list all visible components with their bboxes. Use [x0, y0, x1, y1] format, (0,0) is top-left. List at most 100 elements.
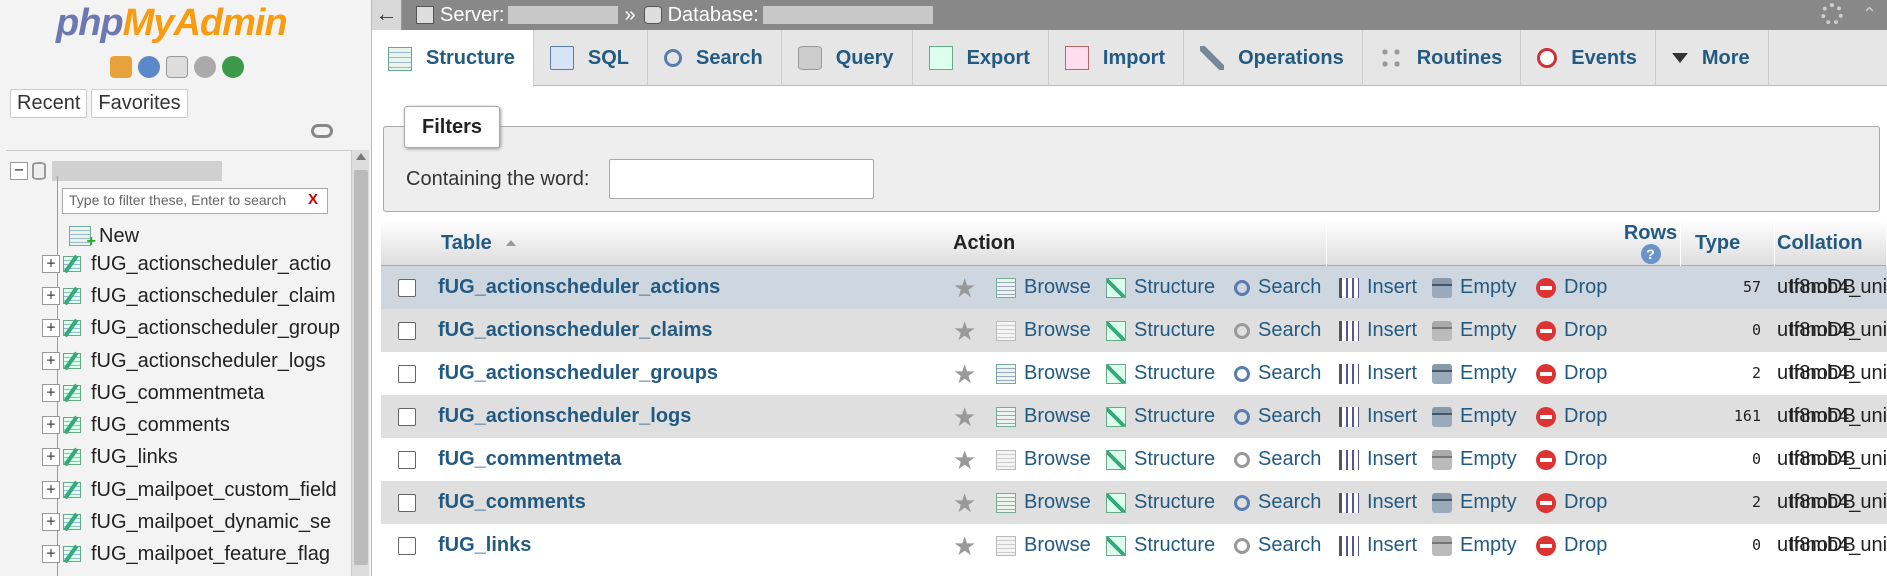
- browse-action[interactable]: Browse: [996, 438, 1091, 481]
- structure-action[interactable]: Structure: [1106, 438, 1215, 481]
- tab-structure[interactable]: Structure: [372, 30, 534, 87]
- column-header-type[interactable]: Type: [1695, 220, 1775, 266]
- table-name-link[interactable]: fUG_actionscheduler_logs: [438, 395, 691, 438]
- tab-operations[interactable]: Operations: [1184, 30, 1363, 86]
- home-icon[interactable]: [110, 56, 132, 78]
- tab-sql[interactable]: SQL: [534, 30, 649, 86]
- search-action[interactable]: Search: [1234, 352, 1321, 395]
- tree-table-item[interactable]: + fUG_links: [42, 442, 178, 472]
- collapse-icon[interactable]: −: [10, 162, 28, 180]
- expand-icon[interactable]: +: [42, 352, 60, 370]
- breadcrumb-database[interactable]: Database:: [643, 4, 933, 27]
- row-checkbox[interactable]: [398, 451, 416, 469]
- clear-filter-button[interactable]: X: [308, 191, 318, 208]
- insert-action[interactable]: Insert: [1339, 309, 1417, 352]
- insert-action[interactable]: Insert: [1339, 481, 1417, 524]
- tab-search[interactable]: Search: [648, 30, 782, 86]
- tab-events[interactable]: Events: [1521, 30, 1656, 86]
- table-row[interactable]: fUG_actionscheduler_claims ★ Browse Structu…: [381, 309, 1887, 352]
- table-name-link[interactable]: fUG_actionscheduler_actions: [438, 266, 720, 309]
- browse-action[interactable]: Browse: [996, 481, 1091, 524]
- drop-action[interactable]: Drop: [1536, 481, 1607, 524]
- docs-icon[interactable]: [166, 56, 188, 78]
- table-name-link[interactable]: fUG_commentmeta: [438, 438, 621, 481]
- table-row[interactable]: fUG_actionscheduler_actions ★ Browse Struct…: [381, 266, 1887, 309]
- empty-action[interactable]: Empty: [1432, 266, 1517, 309]
- table-name-link[interactable]: fUG_links: [438, 524, 531, 567]
- row-checkbox[interactable]: [398, 408, 416, 426]
- table-row[interactable]: fUG_actionscheduler_logs ★ Browse Structure…: [381, 395, 1887, 438]
- drop-action[interactable]: Drop: [1536, 395, 1607, 438]
- table-name-link[interactable]: fUG_comments: [438, 481, 586, 524]
- empty-action[interactable]: Empty: [1432, 438, 1517, 481]
- empty-action[interactable]: Empty: [1432, 309, 1517, 352]
- table-row[interactable]: fUG_actionscheduler_groups ★ Browse Structu…: [381, 352, 1887, 395]
- tree-table-item[interactable]: + fUG_mailpoet_dynamic_se: [42, 507, 331, 537]
- help-icon[interactable]: ?: [1640, 244, 1661, 264]
- tree-table-item[interactable]: + fUG_comments: [42, 410, 230, 440]
- database-node[interactable]: −: [10, 159, 222, 183]
- search-action[interactable]: Search: [1234, 524, 1321, 567]
- table-name-link[interactable]: fUG_actionscheduler_claims: [438, 309, 713, 352]
- drop-action[interactable]: Drop: [1536, 524, 1607, 567]
- insert-action[interactable]: Insert: [1339, 395, 1417, 438]
- breadcrumb-server[interactable]: Server:: [416, 4, 619, 27]
- tab-import[interactable]: Import: [1049, 30, 1185, 86]
- tree-new-table[interactable]: New: [69, 222, 139, 251]
- browse-action[interactable]: Browse: [996, 309, 1091, 352]
- table-row[interactable]: fUG_links ★ Browse Structure Search Insert Emp…: [381, 524, 1887, 567]
- tree-table-item[interactable]: + fUG_commentmeta: [42, 378, 264, 408]
- favorite-star-icon[interactable]: ★: [953, 490, 976, 516]
- structure-action[interactable]: Structure: [1106, 524, 1215, 567]
- structure-action[interactable]: Structure: [1106, 481, 1215, 524]
- column-header-rows[interactable]: Rows?: [1621, 220, 1681, 266]
- row-checkbox[interactable]: [398, 279, 416, 297]
- browse-action[interactable]: Browse: [996, 524, 1091, 567]
- favorite-star-icon[interactable]: ★: [953, 318, 976, 344]
- search-action[interactable]: Search: [1234, 395, 1321, 438]
- column-header-collation[interactable]: Collation: [1777, 220, 1887, 266]
- expand-icon[interactable]: +: [42, 545, 60, 563]
- structure-action[interactable]: Structure: [1106, 395, 1215, 438]
- tree-table-item[interactable]: + fUG_actionscheduler_logs: [42, 346, 326, 376]
- tree-table-item[interactable]: + fUG_actionscheduler_group: [42, 313, 340, 343]
- drop-action[interactable]: Drop: [1536, 309, 1607, 352]
- tab-more[interactable]: More: [1656, 30, 1769, 86]
- search-action[interactable]: Search: [1234, 266, 1321, 309]
- insert-action[interactable]: Insert: [1339, 524, 1417, 567]
- tree-table-item[interactable]: + fUG_actionscheduler_actio: [42, 249, 331, 279]
- row-checkbox[interactable]: [398, 537, 416, 555]
- empty-action[interactable]: Empty: [1432, 395, 1517, 438]
- favorite-star-icon[interactable]: ★: [953, 447, 976, 473]
- table-name-link[interactable]: fUG_actionscheduler_groups: [438, 352, 718, 395]
- recent-tab[interactable]: Recent: [10, 89, 88, 118]
- favorites-tab[interactable]: Favorites: [91, 89, 188, 118]
- expand-icon[interactable]: +: [42, 481, 60, 499]
- filter-word-input[interactable]: [609, 159, 874, 199]
- favorite-star-icon[interactable]: ★: [953, 275, 976, 301]
- empty-action[interactable]: Empty: [1432, 524, 1517, 567]
- tree-filter-input[interactable]: Type to filter these, Enter to search: [62, 188, 328, 214]
- expand-icon[interactable]: +: [42, 513, 60, 531]
- tab-export[interactable]: Export: [913, 30, 1049, 86]
- row-checkbox[interactable]: [398, 322, 416, 340]
- expand-icon[interactable]: +: [42, 448, 60, 466]
- structure-action[interactable]: Structure: [1106, 266, 1215, 309]
- browse-action[interactable]: Browse: [996, 266, 1091, 309]
- tree-table-item[interactable]: + fUG_actionscheduler_claim: [42, 281, 336, 311]
- structure-action[interactable]: Structure: [1106, 309, 1215, 352]
- tree-table-item[interactable]: + fUG_mailpoet_feature_flag: [42, 539, 330, 569]
- settings-icon[interactable]: [194, 56, 216, 78]
- scroll-thumb[interactable]: [354, 170, 368, 565]
- tree-scrollbar[interactable]: [351, 150, 369, 576]
- collapse-up-icon[interactable]: ⌃: [1862, 4, 1877, 25]
- insert-action[interactable]: Insert: [1339, 352, 1417, 395]
- scroll-up-icon[interactable]: [356, 153, 366, 160]
- expand-icon[interactable]: +: [42, 416, 60, 434]
- table-row[interactable]: fUG_commentmeta ★ Browse Structure Search Ins…: [381, 438, 1887, 481]
- gear-icon[interactable]: [1821, 3, 1843, 25]
- help-icon[interactable]: [138, 56, 160, 78]
- expand-icon[interactable]: +: [42, 319, 60, 337]
- browse-action[interactable]: Browse: [996, 352, 1091, 395]
- back-arrow-icon[interactable]: ←: [372, 0, 402, 30]
